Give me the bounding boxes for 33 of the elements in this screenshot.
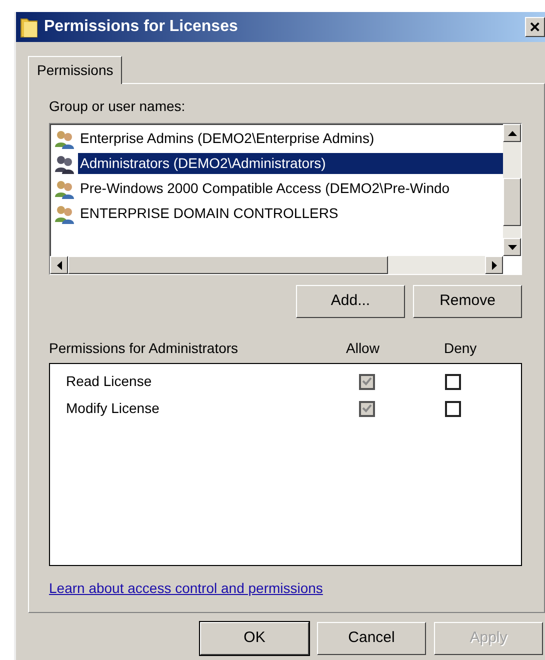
column-header: Deny [443, 339, 478, 358]
list-label: Group or user names: [49, 97, 186, 116]
user-group-icon [54, 204, 76, 224]
check-icon [362, 377, 372, 386]
horizontal-scrollbar[interactable] [50, 256, 503, 274]
dialog-button[interactable]: Cancel [317, 622, 426, 655]
vertical-scrollbar[interactable] [503, 124, 521, 256]
list-item[interactable]: Enterprise Admins (DEMO2\Enterprise Admins) [78, 128, 503, 149]
permission-name: Read License [66, 372, 153, 391]
list-item[interactable]: Administrators (DEMO2\Administrators) [78, 153, 503, 174]
check-icon [362, 404, 372, 413]
user-group-icon [54, 128, 76, 148]
folder-icon [20, 16, 38, 38]
add-button[interactable]: Add... [296, 285, 405, 318]
checkbox[interactable] [445, 374, 461, 390]
user-group-icon [54, 178, 76, 198]
help-link[interactable]: Learn about access control and permissions [49, 580, 323, 596]
user-group-icon [54, 154, 76, 174]
tab[interactable]: Permissions [28, 56, 122, 84]
window-title: Permissions for Licenses [44, 17, 238, 37]
permissions-label: Permissions for Administrators [49, 339, 240, 358]
checkbox[interactable] [445, 400, 461, 416]
column-header: Allow [346, 339, 380, 358]
left-arrow-icon[interactable] [56, 260, 62, 270]
down-arrow-icon[interactable] [508, 244, 516, 250]
list-item[interactable]: ENTERPRISE DOMAIN CONTROLLERS [78, 203, 503, 224]
dialog-button[interactable]: OK [200, 622, 309, 655]
remove-button[interactable]: Remove [413, 285, 522, 318]
permission-name: Modify License [66, 399, 160, 418]
right-arrow-icon[interactable] [492, 260, 496, 270]
up-arrow-icon[interactable] [508, 130, 516, 136]
list-item[interactable]: Pre-Windows 2000 Compatible Access (DEMO2\Pre-Windo [78, 178, 503, 199]
close-button[interactable]: ✕ [525, 17, 545, 37]
